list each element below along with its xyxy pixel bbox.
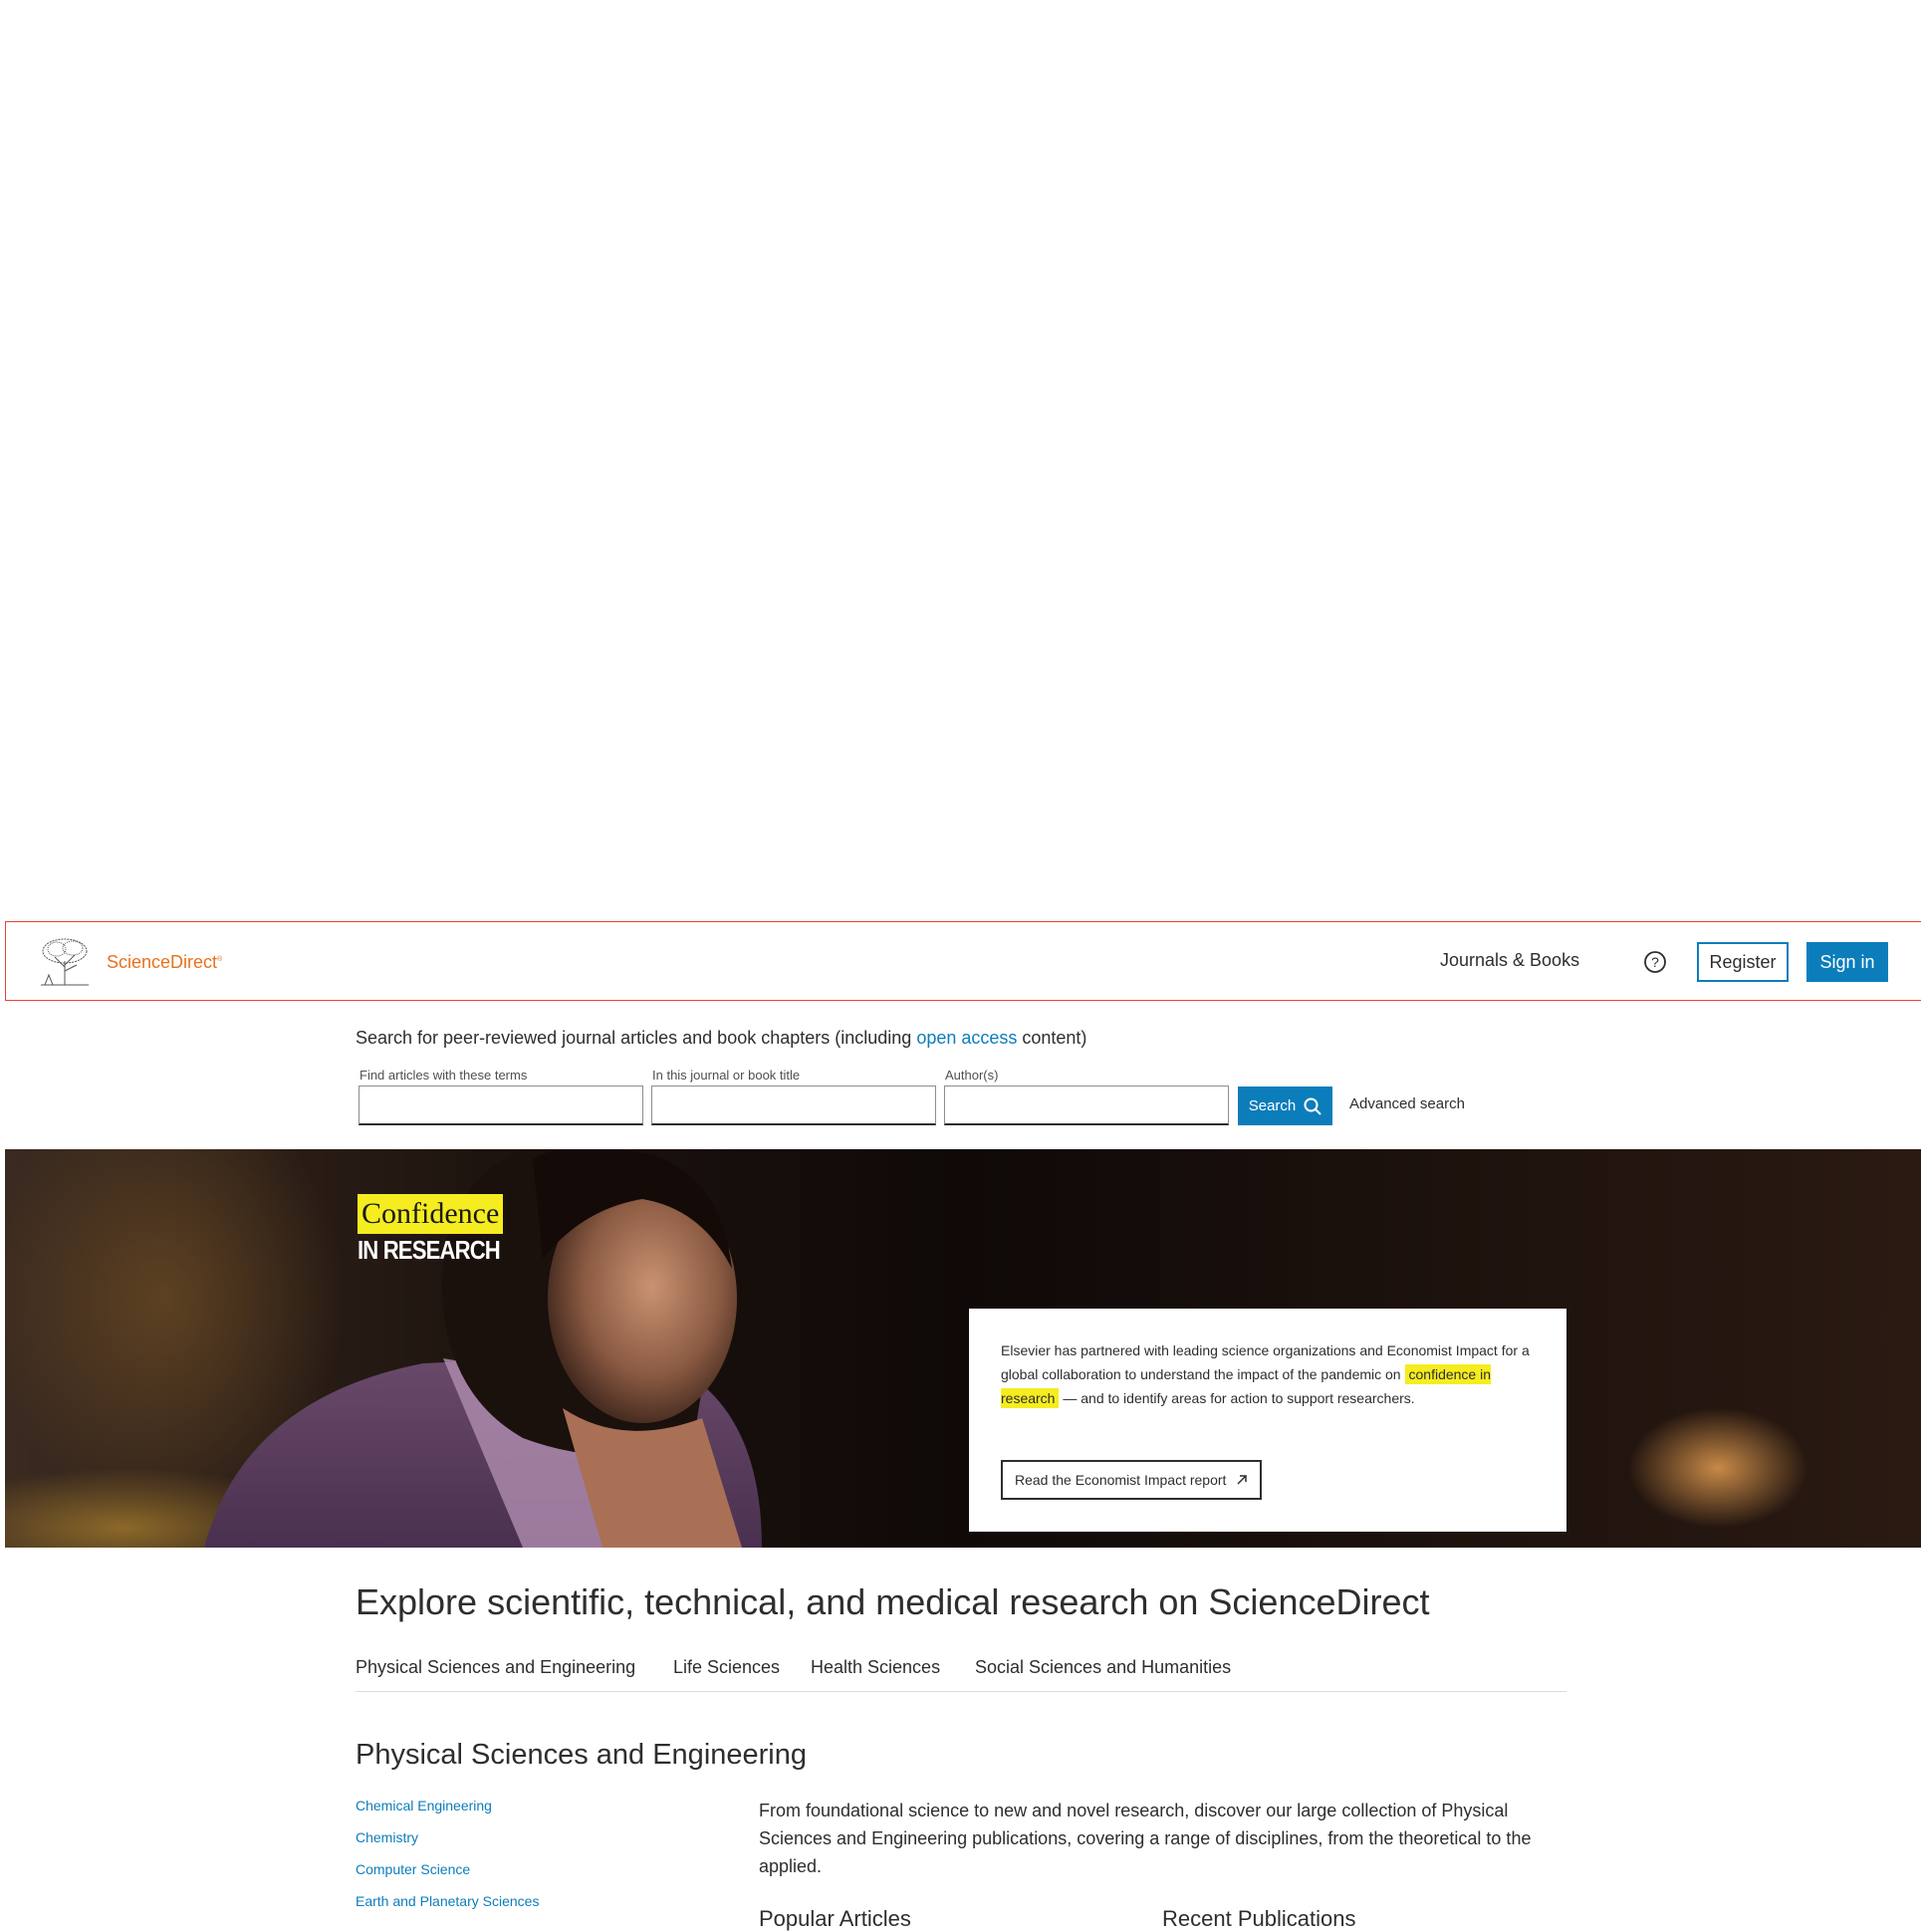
registered-mark: ® [217,956,223,963]
sign-in-button[interactable]: Sign in [1806,942,1888,982]
terms-field-label: Find articles with these terms [360,1068,528,1083]
in-research-badge: IN RESEARCH [358,1235,501,1265]
search-icon [1304,1097,1321,1115]
discipline-tabs: Physical Sciences and Engineering Life S… [356,1657,1566,1692]
site-header: ScienceDirect® Journals & Books ? Regist… [5,921,1921,1001]
elsevier-tree-logo-icon[interactable] [37,937,93,987]
tab-physical-sciences[interactable]: Physical Sciences and Engineering [356,1657,635,1678]
open-access-link[interactable]: open access [916,1028,1017,1048]
economist-report-label: Read the Economist Impact report [1015,1472,1227,1488]
svg-text:?: ? [1651,954,1659,970]
hero-card-text: Elsevier has partnered with leading scie… [1001,1338,1535,1410]
subject-link-chemical-engineering[interactable]: Chemical Engineering [356,1798,492,1813]
economist-report-button[interactable]: Read the Economist Impact report [1001,1460,1263,1500]
search-intro: Search for peer-reviewed journal article… [356,1028,1086,1049]
logo-text: ScienceDirect [107,952,218,972]
section-description: From foundational science to new and nov… [759,1801,1532,1876]
subject-link-chemistry[interactable]: Chemistry [356,1829,418,1845]
sciencedirect-logo-text[interactable]: ScienceDirect® [107,952,222,973]
journals-books-link[interactable]: Journals & Books [1440,950,1579,971]
register-button[interactable]: Register [1697,942,1789,982]
hero-banner: Confidence IN RESEARCH Elsevier has part… [5,1149,1921,1548]
hero-card: Elsevier has partnered with leading scie… [969,1309,1566,1532]
subject-link-earth-planetary[interactable]: Earth and Planetary Sciences [356,1893,539,1909]
advanced-search-link[interactable]: Advanced search [1349,1095,1465,1112]
search-button-label: Search [1248,1097,1297,1114]
terms-input[interactable] [359,1086,643,1125]
search-button[interactable]: Search [1238,1087,1332,1125]
tab-life-sciences[interactable]: Life Sciences [673,1657,780,1678]
subject-link-computer-science[interactable]: Computer Science [356,1861,470,1877]
hero-card-text-end: — and to identify areas for action to su… [1059,1390,1415,1406]
question-circle-icon[interactable]: ? [1643,950,1667,974]
search-intro-text: Search for peer-reviewed journal article… [356,1028,917,1048]
authors-field-label: Author(s) [945,1068,999,1083]
authors-input[interactable] [944,1086,1229,1125]
explore-title: Explore scientific, technical, and medic… [356,1581,1430,1622]
confidence-badge: Confidence [358,1194,504,1234]
tab-social-sciences[interactable]: Social Sciences and Humanities [975,1657,1231,1678]
external-arrow-icon [1237,1475,1248,1485]
recent-publications-heading: Recent Publications [1162,1906,1356,1931]
search-intro-text-end: content) [1017,1028,1087,1048]
section-title: Physical Sciences and Engineering [356,1739,807,1771]
tab-health-sciences[interactable]: Health Sciences [811,1657,940,1678]
journal-title-field-label: In this journal or book title [652,1068,801,1083]
researcher-photo [204,1149,762,1548]
journal-title-input[interactable] [651,1086,936,1125]
popular-articles-heading: Popular Articles [759,1906,911,1931]
